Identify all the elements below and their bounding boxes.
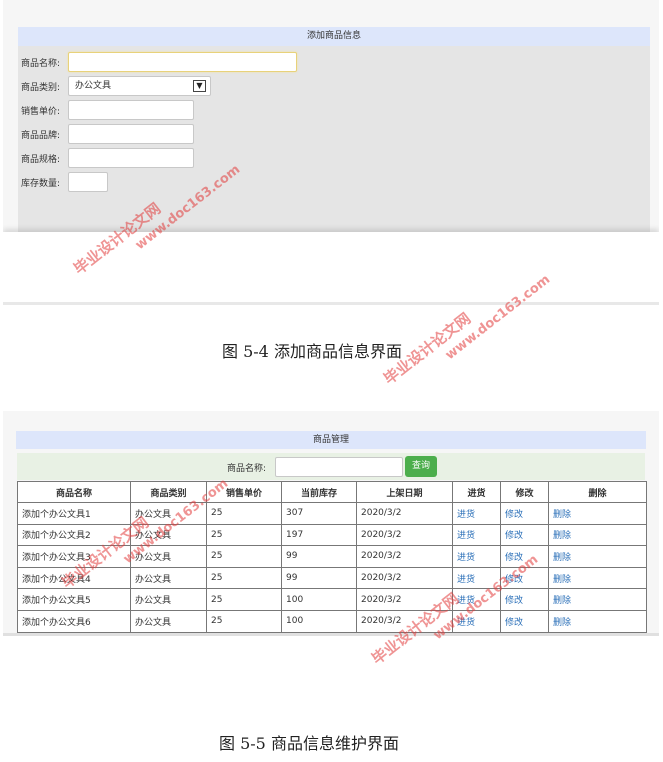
stock-cell: 100 [281,588,357,611]
search-input[interactable] [275,457,403,477]
delete-link[interactable]: 删除 [548,588,647,611]
field-label: 商品类别: [21,83,61,93]
restock-link[interactable]: 进货 [452,545,501,568]
product-name-cell: 添加个办公文具6 [17,609,131,633]
field-label: 商品品牌: [21,131,61,141]
product-name-cell: 添加个办公文具1 [17,502,131,525]
add-product-form: 商品名称: 商品类别: 办公文具 ▼ 销售单价: 商品品牌: 商品规格: 库存数… [18,46,650,232]
delete-link[interactable]: 删除 [548,609,647,633]
figure-caption-5-5: 图 5-5 商品信息维护界面 [219,734,399,753]
stock-cell: 99 [281,545,357,568]
edit-link[interactable]: 修改 [500,502,549,525]
form-row-spec: 商品规格: [18,148,650,168]
column-header: 删除 [548,481,647,503]
manage-title: 商品管理 [16,431,646,449]
category-cell: 办公文具 [130,566,207,590]
price-cell: 25 [206,566,282,590]
column-header: 进货 [452,481,501,503]
price-cell: 25 [206,545,282,568]
chevron-down-icon[interactable]: ▼ [193,80,206,92]
field-label: 销售单价: [21,107,61,117]
column-header: 当前库存 [281,481,357,503]
stock-cell: 307 [281,502,357,525]
delete-link[interactable]: 删除 [548,523,647,547]
delete-link[interactable]: 删除 [548,502,647,525]
column-header: 修改 [500,481,549,503]
category-select[interactable]: 办公文具 ▼ [68,76,211,96]
table-header-row: 商品名称 商品类别 销售单价 当前库存 上架日期 进货 修改 删除 [17,481,647,503]
table-row: 添加个办公文具1 办公文具 25 307 2020/3/2 进货 修改 删除 [17,502,647,525]
column-header: 上架日期 [356,481,453,503]
stock-cell: 100 [281,609,357,633]
field-label: 商品名称: [21,59,61,69]
figure-caption-5-4: 图 5-4 添加商品信息界面 [222,342,402,361]
form-row-price: 销售单价: [18,100,650,120]
product-name-input[interactable] [68,52,297,72]
field-label: 库存数量: [21,179,61,189]
table-row: 添加个办公文具4 办公文具 25 99 2020/3/2 进货 修改 删除 [17,566,647,590]
category-cell: 办公文具 [130,609,207,633]
edit-link[interactable]: 修改 [500,609,549,633]
stock-input[interactable] [68,172,108,192]
price-cell: 25 [206,523,282,547]
stock-cell: 99 [281,566,357,590]
column-header: 商品名称 [17,481,131,503]
search-bar: 商品名称: 查询 [17,453,645,480]
delete-link[interactable]: 删除 [548,545,647,568]
add-form-title: 添加商品信息 [18,27,650,46]
price-cell: 25 [206,502,282,525]
price-cell: 25 [206,609,282,633]
brand-input[interactable] [68,124,194,144]
date-cell: 2020/3/2 [356,566,453,590]
divider [3,633,659,636]
divider [3,302,659,305]
category-cell: 办公文具 [130,588,207,611]
form-row-name: 商品名称: [18,52,650,72]
restock-link[interactable]: 进货 [452,523,501,547]
product-name-cell: 添加个办公文具5 [17,588,131,611]
table-row: 添加个办公文具5 办公文具 25 100 2020/3/2 进货 修改 删除 [17,588,647,611]
restock-link[interactable]: 进货 [452,502,501,525]
search-button[interactable]: 查询 [405,456,437,477]
edit-link[interactable]: 修改 [500,523,549,547]
form-row-stock: 库存数量: [18,172,650,192]
product-manage-screenshot: 商品管理 商品名称: 查询 商品名称 商品类别 销售单价 当前库存 上架日期 进… [3,411,659,636]
date-cell: 2020/3/2 [356,545,453,568]
search-label: 商品名称: [227,464,267,474]
date-cell: 2020/3/2 [356,502,453,525]
delete-link[interactable]: 删除 [548,566,647,590]
form-row-brand: 商品品牌: [18,124,650,144]
table-row: 添加个办公文具6 办公文具 25 100 2020/3/2 进货 修改 删除 [17,609,647,633]
stock-cell: 197 [281,523,357,547]
edit-link[interactable]: 修改 [500,588,549,611]
price-input[interactable] [68,100,194,120]
category-select-value: 办公文具 [75,81,112,91]
spec-input[interactable] [68,148,194,168]
price-cell: 25 [206,588,282,611]
form-row-category: 商品类别: 办公文具 ▼ [18,76,650,96]
field-label: 商品规格: [21,155,61,165]
date-cell: 2020/3/2 [356,523,453,547]
